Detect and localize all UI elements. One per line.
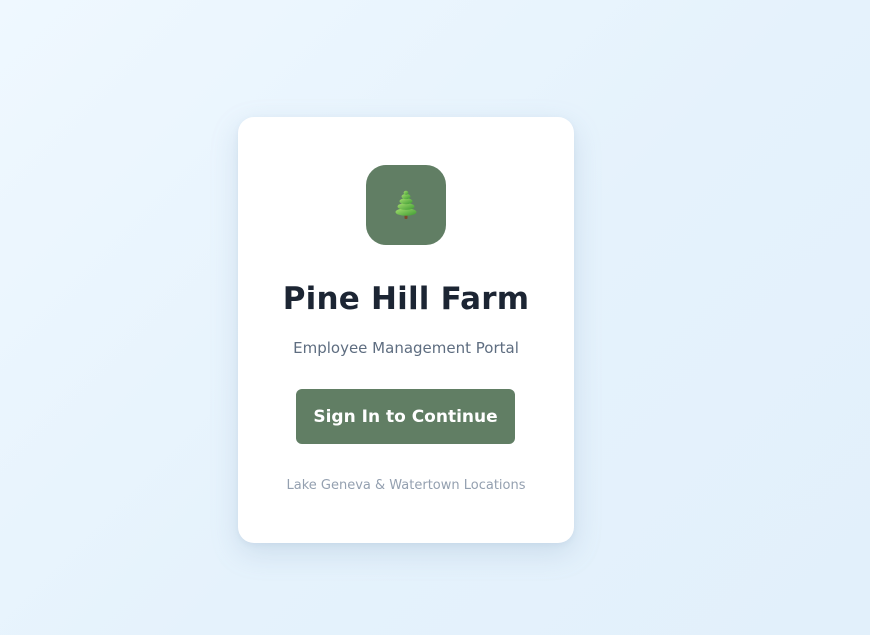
app-subtitle: Employee Management Portal xyxy=(293,339,519,357)
pine-tree-icon xyxy=(395,190,417,219)
login-card: Pine Hill Farm Employee Management Porta… xyxy=(238,117,574,543)
locations-note: Lake Geneva & Watertown Locations xyxy=(286,478,526,493)
logo-badge xyxy=(366,165,446,245)
sign-in-button[interactable]: Sign In to Continue xyxy=(296,389,515,444)
app-title: Pine Hill Farm xyxy=(282,281,530,317)
